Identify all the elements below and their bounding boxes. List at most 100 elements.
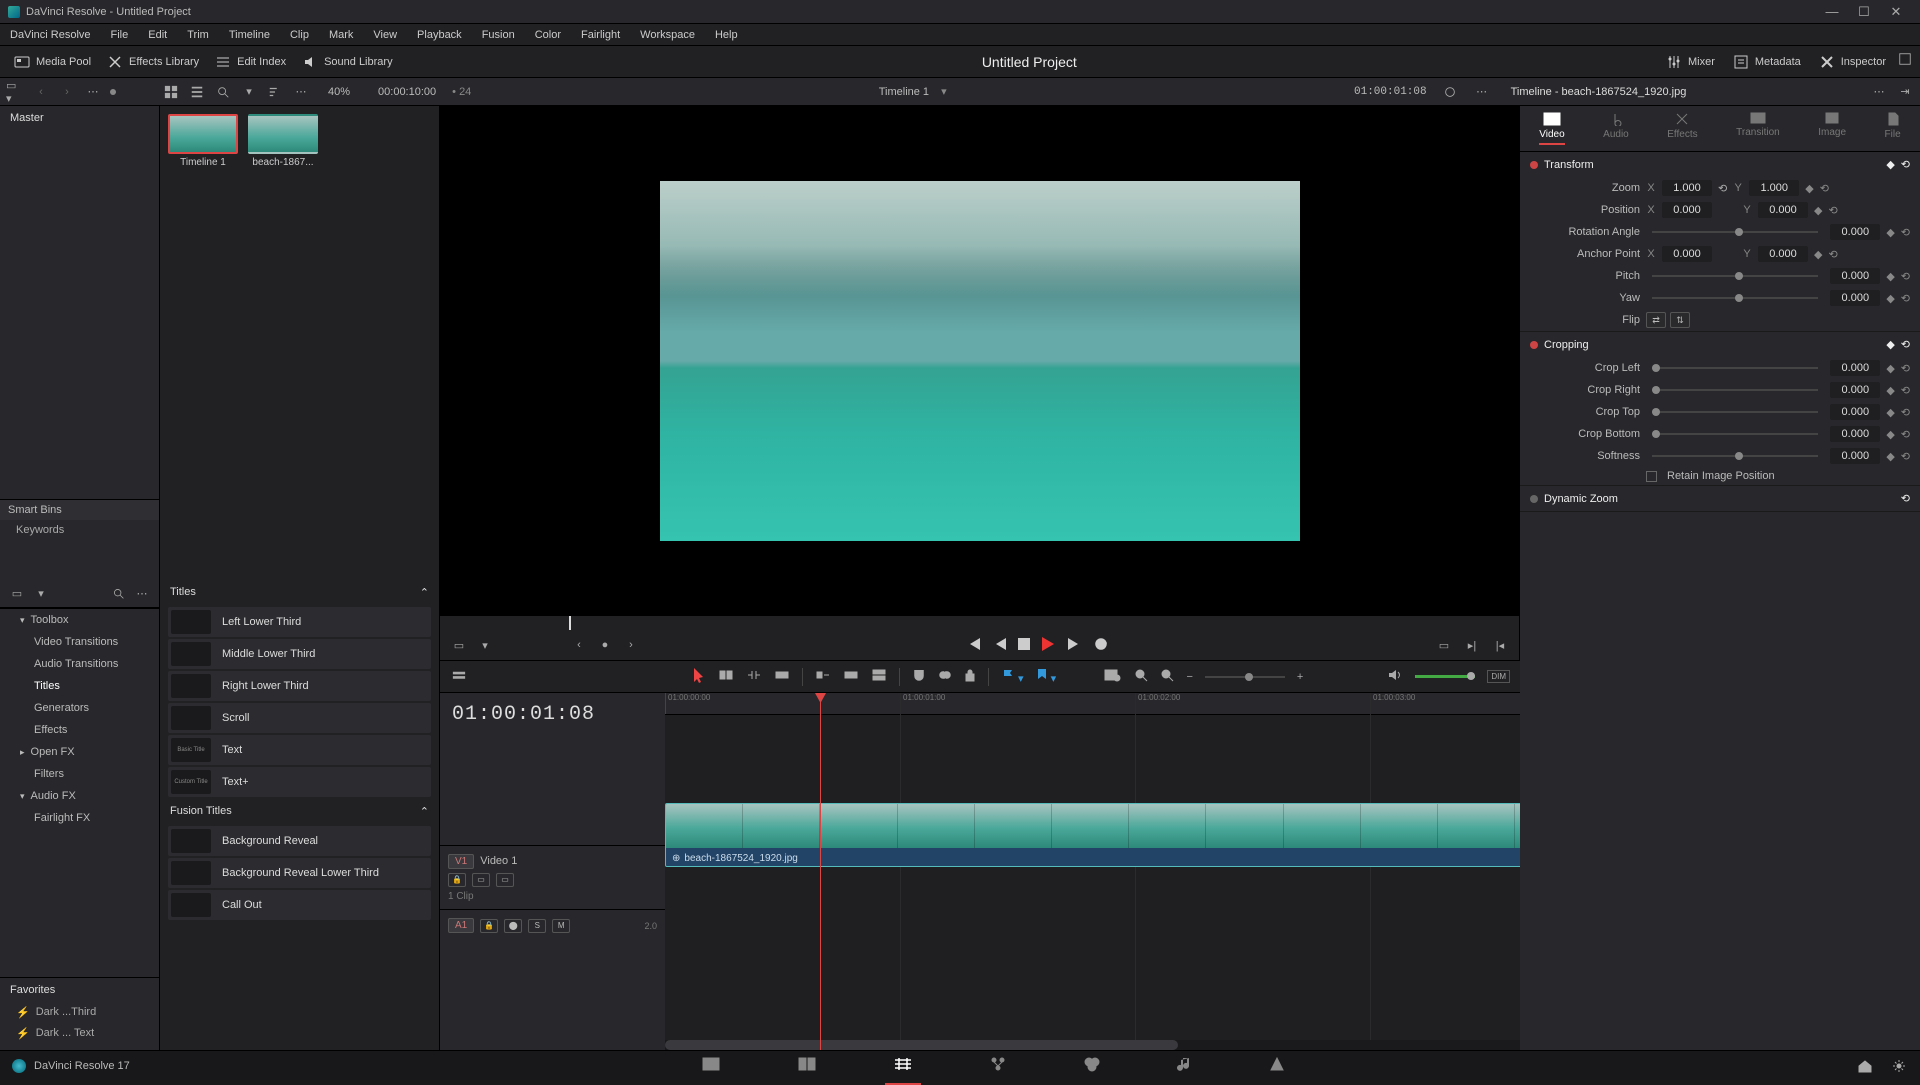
yaw-slider[interactable] [1652,297,1818,299]
bin-view-dropdown[interactable]: ▭ ▾ [6,83,24,101]
crop-bottom-input[interactable]: 0.000 [1830,426,1880,442]
toolbox-filters[interactable]: Filters [0,763,159,785]
crop-left-input[interactable]: 0.000 [1830,360,1880,376]
toolbox-view[interactable]: ▭ [8,585,26,603]
keyframe-icon[interactable]: ◆ [1886,158,1894,171]
title-right-lower-third[interactable]: Right Lower Third [168,671,431,701]
marker-button[interactable]: ▾ [1036,668,1057,685]
zoom-slider[interactable] [1205,676,1285,678]
keyframe-icon[interactable]: ◆ [1805,182,1813,195]
keyframe-icon[interactable]: ◆ [1886,384,1894,397]
title-middle-lower-third[interactable]: Middle Lower Third [168,639,431,669]
lock-toggle[interactable] [964,668,976,685]
effects-library-toggle[interactable]: Effects Library [99,50,207,74]
tab-file[interactable]: File [1885,112,1901,145]
v1-badge[interactable]: V1 [448,854,474,869]
reset-icon[interactable]: ⟲ [1901,384,1910,397]
keyframe-icon[interactable]: ◆ [1886,226,1894,239]
link-toggle[interactable] [938,668,952,685]
toolbox-effects[interactable]: Effects [0,719,159,741]
timeline-timecode[interactable]: 01:00:01:08 [440,693,665,736]
reset-icon[interactable]: ⟲ [1828,248,1837,261]
section-enable-dot[interactable] [1530,341,1538,349]
a-record[interactable]: ⬤ [504,919,522,933]
keyframe-icon[interactable]: ◆ [1886,450,1894,463]
page-fusion[interactable] [981,1052,1015,1079]
keyframe-icon[interactable]: ◆ [1814,204,1822,217]
reset-icon[interactable]: ⟲ [1901,362,1910,375]
overwrite-button[interactable] [843,668,859,685]
anchor-y-input[interactable]: 0.000 [1758,246,1808,262]
reset-icon[interactable]: ⟲ [1901,428,1910,441]
step-back-button[interactable] [994,637,1006,654]
home-button[interactable] [1856,1057,1874,1075]
toolbox-search-icon[interactable] [109,585,127,603]
zoom-to-fit[interactable] [1104,668,1122,685]
title-left-lower-third[interactable]: Left Lower Third [168,607,431,637]
settings-button[interactable] [1890,1057,1908,1075]
toolbox-header[interactable]: ▾Toolbox [0,609,159,631]
nav-back[interactable]: ‹ [32,83,50,101]
scrollbar-thumb[interactable] [665,1040,1178,1050]
goto-start-button[interactable] [966,637,982,654]
toolbox-video-transitions[interactable]: Video Transitions [0,631,159,653]
play-button[interactable] [1042,637,1054,654]
custom-zoom[interactable] [1160,668,1174,685]
pos-y-input[interactable]: 0.000 [1758,202,1808,218]
favorite-item[interactable]: ⚡Dark ...Third [0,1002,159,1023]
page-color[interactable] [1075,1052,1109,1079]
menu-playback[interactable]: Playback [413,27,466,43]
metadata-toggle[interactable]: Metadata [1725,50,1809,74]
smart-bin-keywords[interactable]: Keywords [0,520,159,540]
title-bg-reveal-lower[interactable]: Background Reveal Lower Third [168,858,431,888]
mute-toggle[interactable] [1387,668,1403,685]
flag-button[interactable]: ▾ [1001,668,1024,685]
title-scroll[interactable]: Scroll [168,703,431,733]
timeline-view-options[interactable] [450,668,468,686]
pos-x-input[interactable]: 0.000 [1662,202,1712,218]
dynamic-trim-tool[interactable] [746,668,762,685]
tab-image[interactable]: Image [1818,112,1846,145]
cropping-header[interactable]: Cropping◆⟲ [1520,332,1920,357]
match-frame-button[interactable]: ▭ [1435,636,1453,654]
timeline-tracks-area[interactable]: 01:00:00:00 01:00:01:00 01:00:02:00 01:0… [665,693,1520,1050]
toolbox-fairlightfx[interactable]: Fairlight FX [0,807,159,829]
rotation-input[interactable]: 0.000 [1830,224,1880,240]
flip-v-button[interactable]: ⇅ [1670,312,1690,328]
dim-toggle[interactable]: DIM [1487,670,1510,683]
tab-transition[interactable]: Transition [1736,112,1780,145]
softness-input[interactable]: 0.000 [1830,448,1880,464]
reset-icon[interactable]: ⟲ [1901,158,1910,171]
page-deliver[interactable] [1261,1052,1293,1079]
close-button[interactable]: ✕ [1880,4,1912,20]
stop-button[interactable] [1018,638,1030,653]
keyframe-icon[interactable]: ◆ [1886,362,1894,375]
zoom-out[interactable]: − [1186,671,1192,683]
toolbox-titles[interactable]: Titles [0,675,159,697]
menu-mark[interactable]: Mark [325,27,357,43]
search-button[interactable] [214,83,232,101]
pitch-slider[interactable] [1652,275,1818,277]
reset-icon[interactable]: ⟲ [1901,270,1910,283]
menu-view[interactable]: View [369,27,401,43]
reset-icon[interactable]: ⟲ [1901,492,1910,505]
marker-icon[interactable]: ● [596,636,614,654]
tab-effects[interactable]: Effects [1667,112,1697,145]
reset-icon[interactable]: ⟲ [1901,406,1910,419]
keyframe-icon[interactable]: ◆ [1886,406,1894,419]
next-clip-button[interactable]: ▸| [1463,636,1481,654]
menu-trim[interactable]: Trim [183,27,213,43]
page-cut[interactable] [789,1052,825,1079]
menu-workspace[interactable]: Workspace [636,27,699,43]
toolbox-audio-transitions[interactable]: Audio Transitions [0,653,159,675]
replace-button[interactable] [871,668,887,685]
goto-end-button[interactable] [1066,637,1082,654]
crop-left-slider[interactable] [1652,367,1818,369]
softness-slider[interactable] [1652,455,1818,457]
retain-checkbox[interactable] [1646,471,1657,482]
titles-group-header[interactable]: Titles⌃ [160,580,439,605]
viewer-overlay-toggle[interactable]: ▭ [450,636,468,654]
crop-bottom-slider[interactable] [1652,433,1818,435]
snap-toggle[interactable] [912,668,926,685]
zoom-x-input[interactable]: 1.000 [1662,180,1712,196]
